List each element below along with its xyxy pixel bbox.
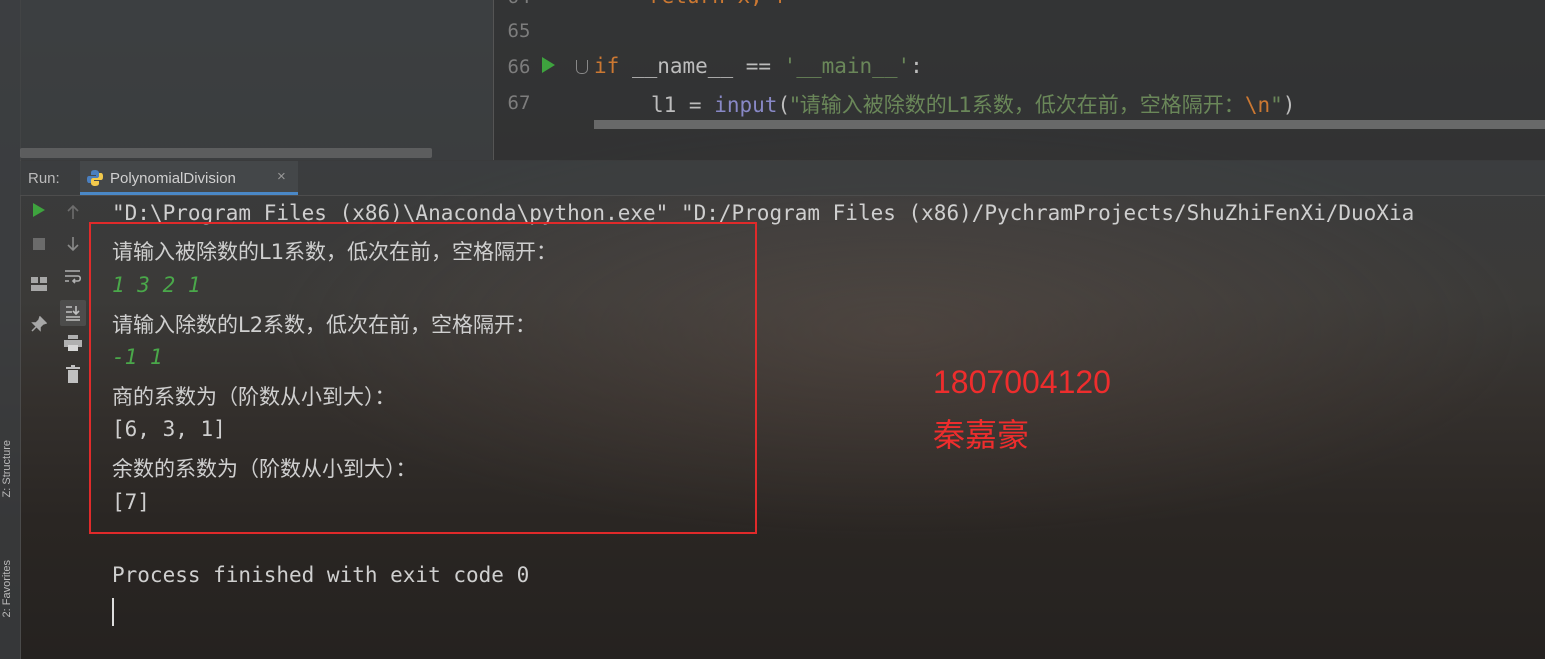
layout-icon[interactable]	[28, 275, 50, 297]
code-line-67: l1 = input("请输入被除数的L1系数，低次在前，空格隔开：\n")	[651, 89, 1295, 119]
horizontal-scrollbar[interactable]	[20, 148, 432, 158]
left-tool-strip: Z: Structure 2: Favorites	[0, 0, 21, 659]
run-tab-polynomialdivision[interactable]: PolynomialDivision ×	[80, 161, 298, 195]
student-id-annotation: 1807004120	[933, 364, 1111, 400]
builtin-function: input	[714, 93, 778, 117]
code-text: :	[910, 54, 923, 78]
active-tab-indicator	[80, 192, 298, 195]
code-text: (	[777, 93, 791, 117]
stop-icon[interactable]	[28, 235, 50, 257]
down-arrow-icon[interactable]	[62, 236, 84, 258]
keyword: if	[594, 54, 620, 78]
string-literal: '__main__'	[783, 54, 911, 78]
code-line-64: return x, r	[649, 0, 788, 8]
run-window-header: Run: PolynomialDivision ×	[20, 161, 1545, 196]
student-name-annotation: 秦嘉豪	[933, 417, 1030, 453]
pin-icon[interactable]	[28, 315, 50, 338]
line-number: 65	[507, 20, 531, 42]
line-number: 67	[507, 92, 531, 114]
line-number: 66	[507, 56, 531, 78]
run-gutter-icon[interactable]	[542, 57, 555, 73]
escape-sequence: \n	[1244, 93, 1271, 117]
line-number: 64	[494, 0, 544, 8]
trash-icon[interactable]	[62, 365, 84, 387]
string-literal: "	[1270, 93, 1283, 117]
run-toolbar	[20, 196, 92, 659]
up-arrow-icon[interactable]	[62, 204, 84, 226]
project-pane	[20, 0, 492, 160]
code-text: return x, r	[649, 0, 788, 8]
close-icon[interactable]: ×	[277, 168, 286, 185]
print-icon[interactable]	[62, 335, 84, 357]
favorites-tab[interactable]: 2: Favorites	[1, 560, 19, 617]
text-cursor	[112, 598, 114, 626]
code-text: l1 =	[651, 93, 715, 117]
code-line-66: if __name__ == '__main__':	[594, 54, 923, 78]
scroll-to-end-icon[interactable]	[60, 300, 86, 326]
run-label: Run:	[28, 170, 60, 187]
soft-wrap-icon[interactable]	[62, 269, 84, 291]
run-tab-label: PolynomialDivision	[110, 170, 236, 187]
fold-icon[interactable]	[576, 60, 588, 74]
highlight-box	[89, 222, 757, 534]
editor-horizontal-scrollbar[interactable]	[594, 120, 1545, 129]
run-icon[interactable]	[28, 202, 50, 224]
code-editor[interactable]: 64 return x, r 65 66 if __name__ == '__m…	[493, 0, 1545, 160]
string-literal: "请输入被除数的L1系数，低次在前，空格隔开：	[790, 93, 1245, 117]
python-icon	[87, 170, 103, 186]
structure-tab[interactable]: Z: Structure	[1, 440, 19, 497]
code-text: )	[1282, 93, 1296, 117]
exit-message: Process finished with exit code 0	[112, 563, 530, 587]
code-text: __name__ ==	[619, 54, 784, 78]
